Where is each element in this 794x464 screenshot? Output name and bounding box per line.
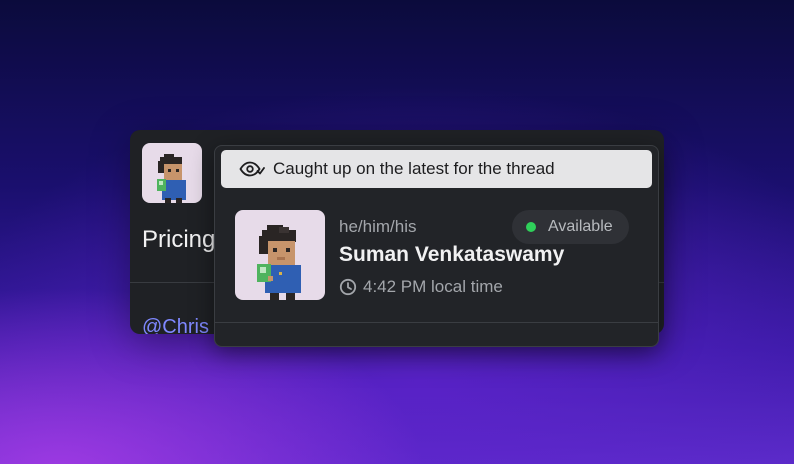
clock-icon xyxy=(339,278,357,296)
divider xyxy=(215,322,658,323)
status-label: Available xyxy=(548,218,613,235)
pronouns: he/him/his xyxy=(339,217,417,236)
thread-status-banner: Caught up on the latest for the thread xyxy=(221,150,652,188)
profile-avatar[interactable] xyxy=(235,210,325,300)
local-time-row: 4:42 PM local time xyxy=(339,277,503,297)
avatar[interactable] xyxy=(142,143,202,203)
local-time: 4:42 PM local time xyxy=(363,277,503,296)
status-dot xyxy=(526,222,536,232)
eye-check-icon xyxy=(239,161,265,177)
message-title: Pricing xyxy=(142,226,216,253)
profile-popover: Caught up on the latest for the thread h… xyxy=(214,145,659,347)
profile-name[interactable]: Suman Venkataswamy xyxy=(339,243,564,267)
mention-link[interactable]: @Chris xyxy=(142,316,209,334)
status-badge: Available xyxy=(512,210,629,244)
banner-text: Caught up on the latest for the thread xyxy=(273,159,555,178)
